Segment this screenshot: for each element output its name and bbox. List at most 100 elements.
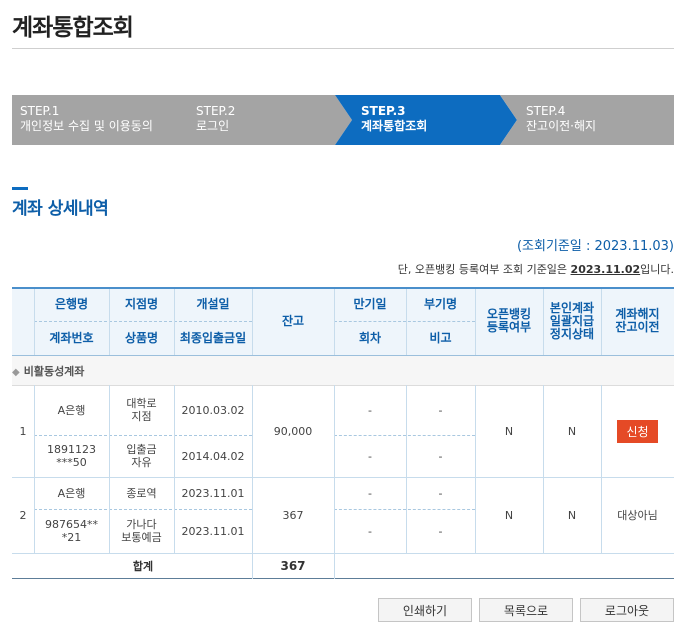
row-2-branch: 종로역 bbox=[126, 486, 157, 500]
row-2-remark: - bbox=[438, 524, 443, 538]
row-2-account-no: 987654** *21 bbox=[45, 518, 98, 544]
header-openbanking: 오픈뱅킹 등록여부 bbox=[486, 307, 532, 334]
print-button[interactable]: 인쇄하기 bbox=[378, 598, 472, 622]
step-4: STEP.4 잔고이전·해지 bbox=[500, 95, 674, 145]
diamond-icon: ◆ bbox=[12, 367, 20, 378]
total-value: 367 bbox=[280, 558, 306, 573]
row-1-bank: A은행 bbox=[57, 403, 86, 417]
vline-h3 bbox=[174, 289, 175, 355]
header-branch: 지점명 bbox=[124, 296, 159, 311]
row-1-product: 입출금 자유 bbox=[126, 443, 157, 469]
title-divider bbox=[12, 48, 674, 49]
row-1-open-date: 2010.03.02 bbox=[181, 403, 245, 417]
header-open-date: 개설일 bbox=[196, 296, 230, 311]
header-bottom-border bbox=[12, 355, 674, 356]
row-2-product: 가나다 보통예금 bbox=[121, 518, 162, 544]
header-suspension: 본인계좌 일괄지급 정지상태 bbox=[549, 300, 595, 341]
row-1-balance: 90,000 bbox=[273, 424, 313, 438]
header-split-mid bbox=[334, 321, 475, 322]
vline-b8 bbox=[543, 385, 544, 553]
row-2-maturity: - bbox=[368, 486, 372, 500]
table-bottom-border bbox=[12, 578, 674, 579]
openbanking-note: 단, 오픈뱅킹 등록여부 조회 기준일은 2023.11.02입니다. bbox=[398, 261, 674, 277]
row-2-open-date: 2023.11.01 bbox=[181, 486, 245, 500]
row-1-branch: 대학로 지점 bbox=[126, 397, 157, 423]
row-2-split-mid bbox=[334, 509, 475, 510]
section-title: 계좌 상세내역 bbox=[12, 199, 109, 219]
list-button[interactable]: 목록으로 bbox=[479, 598, 573, 622]
step-3-title: STEP.3 bbox=[361, 104, 406, 118]
vline-b4 bbox=[252, 385, 253, 579]
row-1-split-left bbox=[34, 435, 252, 436]
row-1-bottom-border bbox=[12, 477, 674, 478]
row-1-last-txn: 2014.04.02 bbox=[181, 449, 245, 463]
row-2-suspension: N bbox=[567, 508, 577, 522]
step-3-desc: 계좌통합조회 bbox=[361, 119, 428, 133]
row-2-split-left bbox=[34, 509, 252, 510]
row-1-attachment: - bbox=[438, 403, 443, 417]
note-suffix: 입니다. bbox=[640, 263, 674, 276]
group-label-text: 비활동성계좌 bbox=[23, 365, 85, 378]
row-1-installment: - bbox=[368, 449, 372, 463]
inquiry-date: (조회기준일 : 2023.11.03) bbox=[516, 239, 674, 254]
row-2-installment: - bbox=[368, 524, 372, 538]
apply-button[interactable]: 신청 bbox=[617, 419, 658, 443]
vline-b6 bbox=[406, 385, 407, 553]
header-split-left bbox=[34, 321, 252, 322]
step-2-desc: 로그인 bbox=[196, 119, 230, 133]
group-row bbox=[12, 355, 674, 385]
header-close-transfer: 계좌해지 잔고이전 bbox=[615, 307, 660, 334]
header-product: 상품명 bbox=[124, 330, 159, 345]
header-balance: 잔고 bbox=[281, 313, 305, 328]
vline-h9 bbox=[601, 289, 602, 355]
group-bottom-border bbox=[12, 385, 674, 386]
section-marker bbox=[12, 187, 28, 190]
vline-b7 bbox=[475, 385, 476, 553]
row-2-bank: A은행 bbox=[57, 486, 86, 500]
row-2-last-txn: 2023.11.01 bbox=[181, 524, 245, 538]
header-attachment: 부기명 bbox=[423, 296, 458, 311]
step-2-title: STEP.2 bbox=[196, 104, 236, 118]
row-2-action: 대상아님 bbox=[617, 508, 658, 522]
header-bank: 은행명 bbox=[54, 296, 89, 311]
vline-h6 bbox=[406, 289, 407, 355]
row-1-account-no: 1891123 ***50 bbox=[47, 443, 96, 469]
header-maturity: 만기일 bbox=[353, 296, 387, 311]
row-1-remark: - bbox=[438, 449, 443, 463]
vline-b1 bbox=[34, 385, 35, 553]
row-2-bottom-border bbox=[12, 553, 674, 554]
row-1-openbanking: N bbox=[504, 424, 514, 438]
row-2-balance: 367 bbox=[282, 508, 304, 522]
vline-h2 bbox=[109, 289, 110, 355]
header-account-no: 계좌번호 bbox=[49, 330, 94, 345]
step-2: STEP.2 로그인 bbox=[170, 95, 352, 145]
vline-h8 bbox=[543, 289, 544, 355]
header-last-txn: 최종입출금일 bbox=[179, 330, 247, 345]
vline-h5 bbox=[334, 289, 335, 355]
step-3: STEP.3 계좌통합조회 bbox=[335, 95, 517, 145]
note-date: 2023.11.02 bbox=[570, 263, 641, 276]
group-label: ◆ 비활동성계좌 bbox=[12, 363, 84, 379]
table-top-border bbox=[12, 287, 674, 289]
vline-b9 bbox=[601, 385, 602, 553]
total-label: 합계 bbox=[132, 559, 154, 573]
header-remark: 비고 bbox=[429, 330, 452, 345]
logout-button[interactable]: 로그아웃 bbox=[580, 598, 674, 622]
header-installment: 회차 bbox=[358, 330, 382, 345]
note-prefix: 단, 오픈뱅킹 등록여부 조회 기준일은 bbox=[397, 263, 571, 276]
row-1-action-cell: 신청 bbox=[601, 385, 674, 477]
step-1-title: STEP.1 bbox=[20, 104, 60, 118]
vline-h1 bbox=[34, 289, 35, 355]
vline-b3 bbox=[174, 385, 175, 553]
vline-h7 bbox=[475, 289, 476, 355]
row-1-no: 1 bbox=[19, 424, 27, 438]
step-4-desc: 잔고이전·해지 bbox=[526, 119, 597, 133]
step-4-title: STEP.4 bbox=[526, 104, 566, 118]
row-2-openbanking: N bbox=[504, 508, 514, 522]
row-1-suspension: N bbox=[567, 424, 577, 438]
vline-b2 bbox=[109, 385, 110, 553]
step-1: STEP.1 개인정보 수집 및 이용동의 bbox=[12, 95, 194, 145]
row-2-attachment: - bbox=[438, 486, 443, 500]
vline-h4 bbox=[252, 289, 253, 355]
row-1-split-mid bbox=[334, 435, 475, 436]
